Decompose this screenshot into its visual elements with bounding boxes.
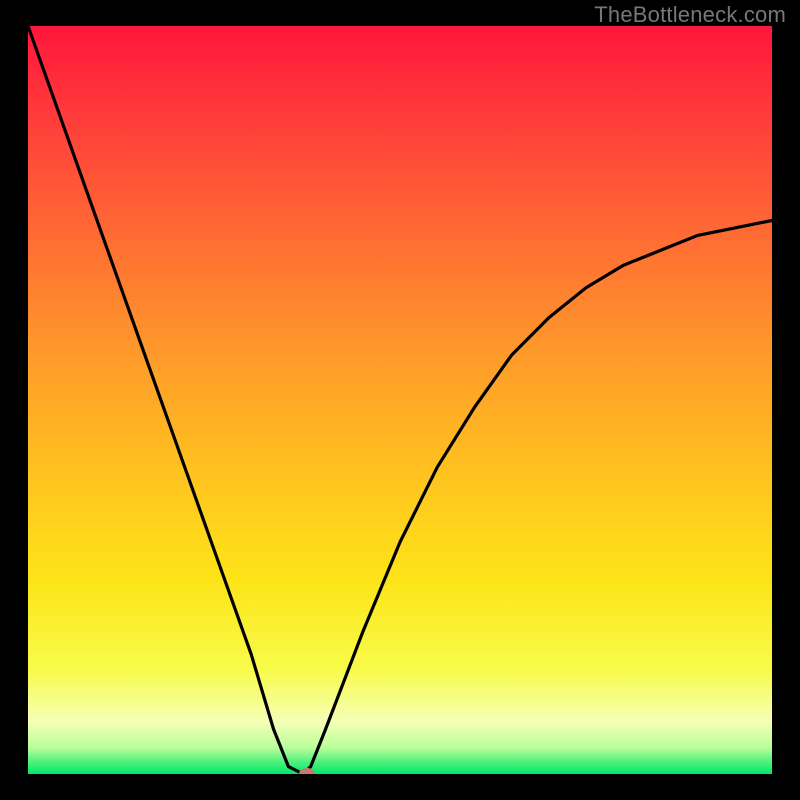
chart-svg	[28, 26, 772, 774]
plot-area	[28, 26, 772, 774]
gradient-background	[28, 26, 772, 774]
watermark-text: TheBottleneck.com	[594, 2, 786, 28]
chart-frame: TheBottleneck.com	[0, 0, 800, 800]
